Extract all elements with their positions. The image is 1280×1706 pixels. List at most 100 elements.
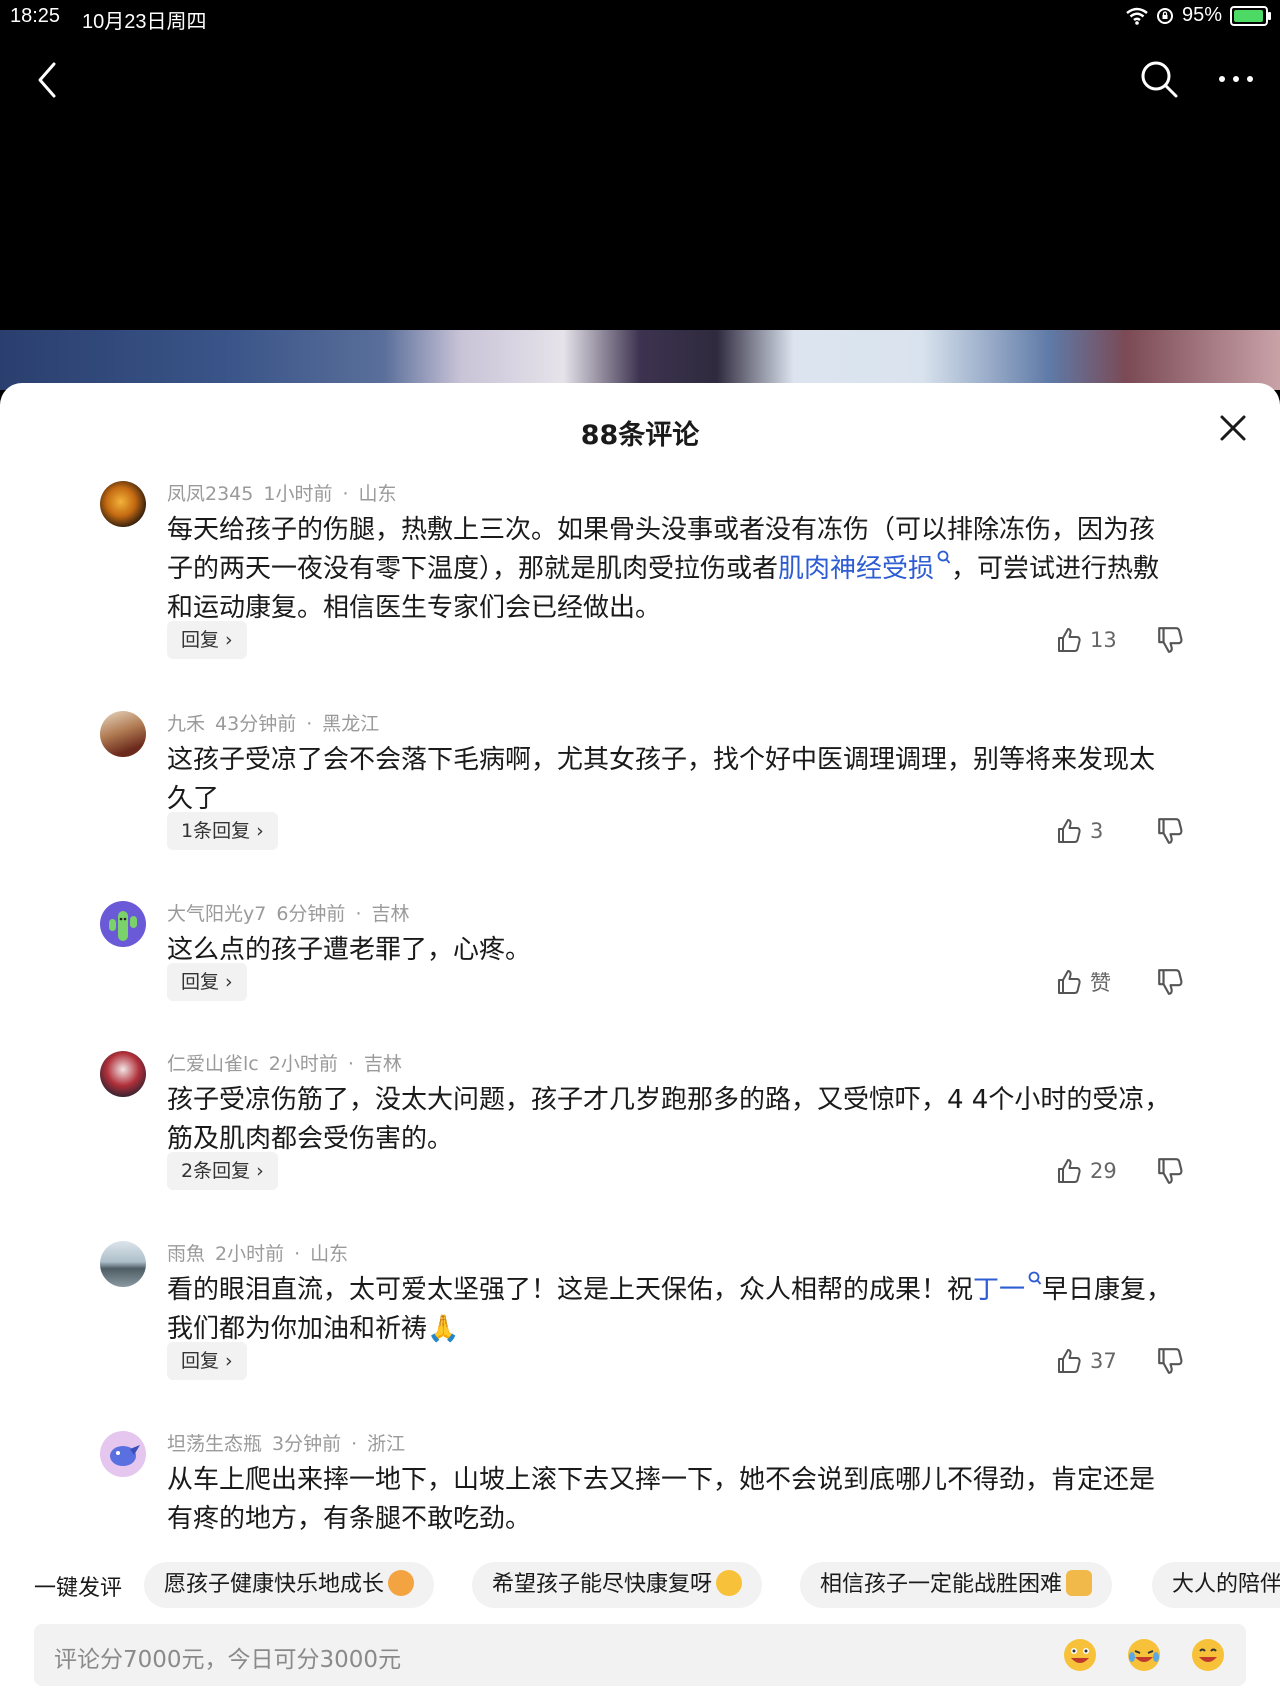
comment-time: 43分钟前 [215, 713, 297, 735]
status-time: 18:25 [10, 5, 61, 27]
comment-input-placeholder: 评论分7000元，今日可分3000元 [54, 1647, 402, 1673]
search-link-text[interactable]: 丁一 [973, 1275, 1025, 1305]
thumbs-down-icon[interactable] [1156, 1157, 1184, 1185]
like-count: 29 [1090, 1159, 1117, 1183]
cactus-avatar-icon [109, 911, 137, 941]
meta-separator: · [347, 1053, 354, 1075]
thumbs-up-icon [1058, 970, 1081, 994]
thumbs-down-icon[interactable] [1156, 626, 1184, 654]
comment-time: 6分钟前 [276, 903, 346, 925]
reply-label: 回复 [181, 629, 220, 651]
grinning-face-icon[interactable] [1062, 1637, 1098, 1673]
reply-button[interactable]: 1条回复 › [167, 812, 278, 850]
meta-separator: · [355, 903, 362, 925]
reply-label: 回复 [181, 1350, 220, 1372]
reply-button[interactable]: 回复 › [167, 963, 247, 1001]
like-button[interactable]: 3 [1056, 812, 1103, 850]
quick-reply-chip[interactable]: 愿孩子健康快乐地成长 [144, 1562, 435, 1608]
like-button[interactable]: 37 [1056, 1342, 1117, 1380]
like-button[interactable]: 29 [1056, 1152, 1117, 1190]
comment-text: 孩子受凉伤筋了，没太大问题，孩子才几岁跑那多的路，又受惊吓，4 4个小时的受凉，… [167, 1085, 1171, 1154]
avatar[interactable] [100, 1051, 146, 1097]
comment-username[interactable]: 九禾 [167, 713, 205, 735]
thumbs-down-icon[interactable] [1156, 817, 1184, 845]
avatar[interactable] [100, 1431, 146, 1477]
battery-percent: 95% [1181, 4, 1222, 26]
more-dots-icon[interactable] [1212, 64, 1260, 94]
like-count: 赞 [1090, 971, 1111, 995]
comment-meta: 凤凤2345 1小时前 · 山东 [167, 479, 407, 506]
search-icon[interactable] [1138, 58, 1180, 100]
chevron-left-icon[interactable] [28, 60, 68, 100]
comment-location: 吉林 [371, 903, 410, 925]
chip-text: 愿孩子健康快乐地成长 [164, 1572, 385, 1597]
bird-avatar-icon [110, 1445, 140, 1466]
reply-label: 回复 [181, 971, 220, 993]
comment-username[interactable]: 凤凤2345 [167, 483, 253, 505]
thumbs-up-icon [1058, 1159, 1081, 1183]
comment-location: 吉林 [363, 1053, 402, 1075]
comment-text: 这么点的孩子遭老罪了，心疼。 [167, 935, 532, 965]
close-icon[interactable] [1218, 413, 1248, 443]
comment-meta: 大气阳光y7 6分钟前 · 吉林 [167, 899, 420, 926]
laughing-tears-icon[interactable] [1126, 1637, 1162, 1673]
search-link[interactable]: 肌肉神经受损 [778, 550, 951, 584]
thumbs-down-icon[interactable] [1156, 1347, 1184, 1375]
status-right: 95% [1126, 4, 1271, 27]
battery-level [1234, 9, 1263, 22]
reply-button[interactable]: 回复 › [167, 621, 247, 659]
avatar[interactable] [100, 1241, 146, 1287]
clapping-hands-emoji-icon [1066, 1570, 1093, 1596]
avatar[interactable] [100, 481, 146, 527]
comment-text: 每天给孩子的伤腿，热敷上三次。如果骨头没事或者没有冻伤（可以排除冻伤，因为孩子的… [167, 511, 1177, 628]
thumbs-up-icon [1058, 819, 1081, 843]
comment-meta: 雨魚 2小时前 · 山东 [167, 1239, 358, 1266]
quick-reply-label: 一键发评 [34, 1576, 123, 1601]
wifi-icon [1126, 7, 1148, 25]
comment-location: 山东 [310, 1243, 349, 1265]
like-count: 3 [1090, 819, 1104, 843]
comment-text: 看的眼泪直流，太可爱太坚强了！这是上天保佑，众人相帮的成果！祝丁一 早日康复，我们… [167, 1271, 1177, 1349]
search-icon [1028, 1271, 1042, 1285]
comment-input[interactable]: 评论分7000元，今日可分3000元 [34, 1624, 1246, 1686]
like-count: 37 [1090, 1349, 1117, 1373]
search-link[interactable]: 丁一 [973, 1271, 1042, 1305]
reply-button[interactable]: 2条回复 › [167, 1152, 278, 1190]
comment-location: 山东 [358, 483, 397, 505]
search-link-text[interactable]: 肌肉神经受损 [778, 554, 934, 584]
comment-meta: 仁爱山雀lc 2小时前 · 吉林 [167, 1049, 412, 1076]
like-button[interactable]: 13 [1056, 621, 1117, 659]
comment-text: 从车上爬出来摔一地下，山坡上滚下去又摔一下，她不会说到底哪儿不得劲，肯定还是有疼… [167, 1465, 1156, 1534]
comment-location: 浙江 [367, 1433, 406, 1455]
avatar[interactable] [100, 901, 146, 947]
meta-separator: · [342, 483, 349, 505]
quick-reply-bar: 一键发评 愿孩子健康快乐地成长 希望孩子能尽快康复呀 相信孩子一定能战胜困难 大… [0, 1560, 1280, 1610]
meta-separator: · [306, 713, 313, 735]
comment-username[interactable]: 坦荡生态瓶 [167, 1433, 262, 1455]
quick-reply-chip[interactable]: 大人的陪伴 [1152, 1562, 1280, 1608]
quick-reply-chip[interactable]: 相信孩子一定能战胜困难 [800, 1562, 1113, 1608]
comment-time: 2小时前 [268, 1053, 338, 1075]
comment-time: 2小时前 [215, 1243, 285, 1265]
reply-button[interactable]: 回复 › [167, 1342, 247, 1380]
chip-text: 相信孩子一定能战胜困难 [820, 1572, 1063, 1597]
comment-location: 黑龙江 [322, 713, 380, 735]
smiling-face-icon[interactable] [1190, 1637, 1226, 1673]
chip-text: 大人的陪伴 [1172, 1572, 1280, 1597]
quick-reply-chip[interactable]: 希望孩子能尽快康复呀 [472, 1562, 763, 1608]
comment-count-title: 88条评论 [580, 420, 700, 451]
comment-username[interactable]: 仁爱山雀lc [167, 1053, 259, 1075]
video-preview[interactable] [0, 330, 1280, 390]
comment-meta: 九禾 43分钟前 · 黑龙江 [167, 709, 389, 736]
like-button[interactable]: 赞 [1056, 963, 1111, 1001]
comment-time: 3分钟前 [272, 1433, 342, 1455]
thumbs-down-icon[interactable] [1156, 968, 1184, 996]
status-bar: 18:25 10月23日周四 95% [0, 0, 1280, 34]
comment-text: 这孩子受凉了会不会落下毛病啊，尤其女孩子，找个好中医调理调理，别等将来发现太久了 [167, 745, 1156, 814]
comment-username[interactable]: 雨魚 [167, 1243, 205, 1265]
battery-icon [1230, 5, 1271, 26]
meta-separator: · [294, 1243, 301, 1265]
search-icon [937, 550, 951, 564]
comment-username[interactable]: 大气阳光y7 [167, 903, 266, 925]
avatar[interactable] [100, 711, 146, 757]
